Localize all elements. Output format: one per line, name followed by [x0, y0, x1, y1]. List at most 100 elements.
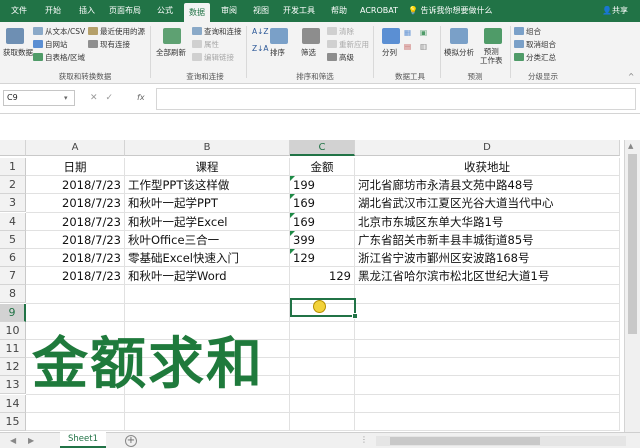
enter-icon[interactable]: ✓	[106, 93, 122, 103]
prev-sheet-icon[interactable]: ◀	[10, 433, 16, 448]
row-header-8[interactable]: 8	[0, 285, 26, 304]
column-header-c[interactable]: C	[290, 140, 355, 156]
filter-button[interactable]: 筛选	[301, 47, 316, 58]
from-text-csv-button[interactable]: 从文本/CSV	[33, 26, 85, 37]
existing-connections-button[interactable]: 现有连接	[88, 39, 130, 50]
next-sheet-icon[interactable]: ▶	[28, 433, 34, 448]
vertical-scroll-thumb[interactable]	[628, 154, 637, 334]
cell-a4[interactable]: 2018/7/23	[26, 212, 125, 231]
ribbon-tab-5[interactable]: 数据	[184, 3, 210, 22]
collapse-ribbon-icon[interactable]: ^	[628, 72, 634, 81]
column-header-d[interactable]: D	[355, 140, 620, 156]
data-validation-icon[interactable]: ▣	[420, 28, 427, 37]
cell-d7[interactable]: 黑龙江省哈尔滨市松北区世纪大道1号	[355, 267, 620, 286]
row-header-4[interactable]: 4	[0, 212, 26, 231]
ribbon-tab-0[interactable]: 文件	[8, 0, 30, 22]
forecast-sheet-button[interactable]: 预测 工作表	[480, 47, 503, 65]
cell-d12[interactable]	[355, 358, 620, 377]
vertical-scrollbar[interactable]: ▲	[624, 140, 640, 432]
get-data-button[interactable]: 获取数据	[3, 47, 33, 58]
cell-d11[interactable]	[355, 340, 620, 359]
cell-a15[interactable]	[26, 412, 125, 431]
cell-c12[interactable]	[290, 358, 355, 377]
horizontal-scroll-thumb[interactable]	[390, 437, 540, 445]
cell-b9[interactable]	[125, 303, 290, 322]
cell-d15[interactable]	[355, 412, 620, 431]
from-web-button[interactable]: 自网站	[33, 39, 68, 50]
ribbon-tab-2[interactable]: 插入	[74, 0, 100, 22]
from-table-button[interactable]: 自表格/区域	[33, 52, 85, 63]
horizontal-scrollbar[interactable]	[376, 436, 626, 446]
cell-c1[interactable]: 金额	[290, 158, 355, 177]
sort-az-button[interactable]: A↓Z	[252, 27, 269, 36]
cell-b3[interactable]: 和秋叶一起学PPT	[125, 194, 290, 213]
fill-handle[interactable]	[352, 313, 358, 319]
cell-b4[interactable]: 和秋叶一起学Excel	[125, 212, 290, 231]
text-to-columns-button[interactable]: 分列	[382, 47, 397, 58]
cell-d9[interactable]	[355, 303, 620, 322]
cell-c6[interactable]: 129	[290, 249, 355, 268]
row-header-14[interactable]: 14	[0, 394, 26, 413]
ribbon-tab-3[interactable]: 页面布局	[106, 0, 144, 22]
cell-d6[interactable]: 浙江省宁波市鄞州区安波路168号	[355, 249, 620, 268]
cell-a7[interactable]: 2018/7/23	[26, 267, 125, 286]
cell-a6[interactable]: 2018/7/23	[26, 249, 125, 268]
tell-me-search[interactable]: 💡 告诉我你想要做什么	[408, 0, 493, 22]
cell-d13[interactable]	[355, 376, 620, 395]
cell-b2[interactable]: 工作型PPT该这样做	[125, 176, 290, 195]
cell-a5[interactable]: 2018/7/23	[26, 230, 125, 249]
sheet-tab-sheet1[interactable]: Sheet1	[60, 432, 106, 448]
properties-button[interactable]: 属性	[192, 39, 219, 50]
column-header-b[interactable]: B	[125, 140, 290, 156]
cell-a3[interactable]: 2018/7/23	[26, 194, 125, 213]
share-button[interactable]: 👤共享	[602, 0, 628, 22]
row-header-10[interactable]: 10	[0, 321, 26, 340]
ribbon-tab-1[interactable]: 开始	[40, 0, 66, 22]
row-header-6[interactable]: 6	[0, 249, 26, 267]
cell-b7[interactable]: 和秋叶一起学Word	[125, 267, 290, 286]
name-box-dropdown-icon[interactable]: ▾	[64, 90, 68, 106]
cell-c11[interactable]	[290, 340, 355, 359]
cell-c5[interactable]: 399	[290, 230, 355, 249]
row-header-7[interactable]: 7	[0, 267, 26, 286]
insert-function-button[interactable]: fx	[137, 90, 145, 106]
cell-c10[interactable]	[290, 321, 355, 340]
cell-b6[interactable]: 零基础Excel快速入门	[125, 249, 290, 268]
cell-c3[interactable]: 169	[290, 194, 355, 213]
ribbon-tab-7[interactable]: 视图	[248, 0, 274, 22]
row-header-15[interactable]: 15	[0, 412, 26, 431]
cell-a2[interactable]: 2018/7/23	[26, 176, 125, 195]
cell-d3[interactable]: 湖北省武汉市江夏区光谷大道当代中心	[355, 194, 620, 213]
add-sheet-button[interactable]: +	[125, 435, 137, 447]
cell-d4[interactable]: 北京市东城区东单大华路1号	[355, 212, 620, 231]
ribbon-tab-4[interactable]: 公式	[152, 0, 178, 22]
recent-sources-button[interactable]: 最近使用的源	[88, 26, 145, 37]
group-button[interactable]: 组合	[514, 26, 541, 37]
cell-d14[interactable]	[355, 394, 620, 413]
remove-duplicates-icon[interactable]: ▤	[404, 42, 411, 51]
sort-button[interactable]: 排序	[270, 47, 285, 58]
cell-c2[interactable]: 199	[290, 176, 355, 195]
edit-links-button[interactable]: 编辑链接	[192, 52, 234, 63]
cell-b1[interactable]: 课程	[125, 158, 290, 177]
subtotal-button[interactable]: 分类汇总	[514, 52, 556, 63]
consolidate-icon[interactable]: ▥	[420, 42, 427, 51]
column-header-a[interactable]: A	[26, 140, 125, 156]
cell-b14[interactable]	[125, 394, 290, 413]
cell-d2[interactable]: 河北省廊坊市永清县文苑中路48号	[355, 176, 620, 195]
ribbon-tab-6[interactable]: 审阅	[216, 0, 242, 22]
formula-input[interactable]	[156, 88, 636, 110]
row-header-12[interactable]: 12	[0, 358, 26, 377]
cell-b5[interactable]: 秋叶Office三合一	[125, 230, 290, 249]
cell-a8[interactable]	[26, 285, 125, 304]
row-header-13[interactable]: 13	[0, 376, 26, 395]
row-header-9[interactable]: 9	[0, 303, 26, 322]
reapply-button[interactable]: 重新应用	[327, 39, 369, 50]
row-header-11[interactable]: 11	[0, 340, 26, 358]
refresh-all-button[interactable]: 全部刷新	[156, 47, 186, 58]
cell-c13[interactable]	[290, 376, 355, 395]
ribbon-tab-10[interactable]: ACROBAT	[358, 0, 400, 22]
ribbon-tab-9[interactable]: 帮助	[326, 0, 352, 22]
scroll-up-icon[interactable]: ▲	[628, 142, 633, 150]
ungroup-button[interactable]: 取消组合	[514, 39, 556, 50]
